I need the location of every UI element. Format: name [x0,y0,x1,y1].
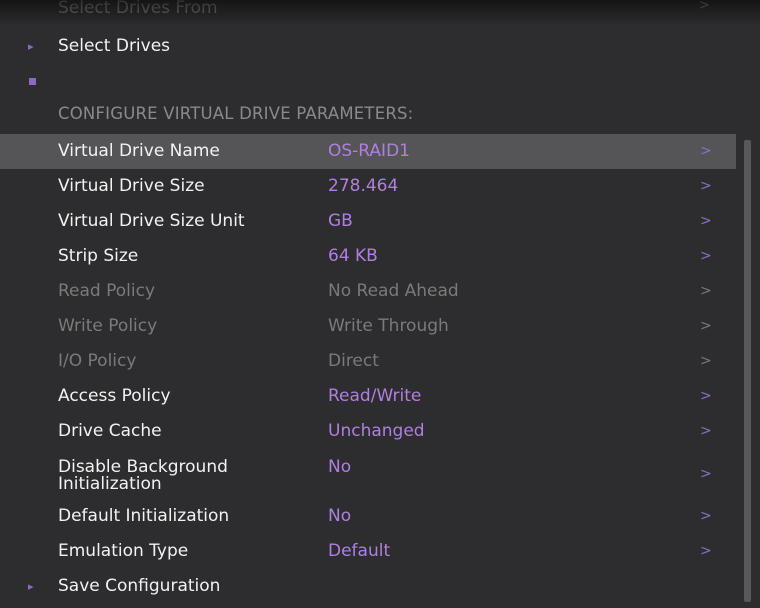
param-value: OS-RAID1 [328,141,410,161]
param-row-virtual-drive-size[interactable]: Virtual Drive Size 278.464 > [0,169,736,204]
param-row-virtual-drive-size-unit[interactable]: Virtual Drive Size Unit GB > [0,204,736,239]
nav-item-select-drives-from[interactable]: Select Drives From > [0,0,740,22]
param-value: No [328,506,352,526]
chevron-right-icon: > [700,213,712,229]
nav-item-label: Select Drives [58,36,171,56]
param-label: Virtual Drive Name [58,141,220,161]
param-row-drive-cache[interactable]: Drive Cache Unchanged > [0,414,736,449]
param-value: Write Through [328,316,449,336]
param-label: Virtual Drive Size [58,176,205,196]
param-row-emulation-type[interactable]: Emulation Type Default > [0,534,736,569]
param-label: Virtual Drive Size Unit [58,211,245,231]
param-value: Read/Write [328,386,422,406]
nav-item-select-drives[interactable]: ▸ Select Drives [0,29,736,64]
square-bullet-icon [29,78,36,85]
param-value: No Read Ahead [328,281,459,301]
param-value: GB [328,211,353,231]
chevron-right-icon: > [699,0,710,13]
chevron-right-icon: > [700,248,712,264]
param-value: Direct [328,351,379,371]
param-row-strip-size[interactable]: Strip Size 64 KB > [0,239,736,274]
param-value: 278.464 [328,176,399,196]
chevron-right-icon: > [700,543,712,559]
param-label: Write Policy [58,316,158,336]
triangle-bullet-icon: ▸ [28,40,34,53]
triangle-bullet-icon: ▸ [28,580,34,593]
chevron-right-icon: > [700,508,712,524]
nav-item-label: Select Drives From [58,0,218,18]
chevron-right-icon: > [700,178,712,194]
bios-setup-screen: Select Drives From > ▸ Select Drives CON… [0,0,760,608]
nav-item-label: Save Configuration [58,576,221,596]
param-label: Emulation Type [58,541,189,561]
param-label: I/O Policy [58,351,137,371]
chevron-right-icon: > [700,143,712,159]
section-header: CONFIGURE VIRTUAL DRIVE PARAMETERS: [58,104,414,123]
param-label: Drive Cache [58,421,162,441]
param-row-access-policy[interactable]: Access Policy Read/Write > [0,379,736,414]
chevron-right-icon: > [700,423,712,439]
nav-item-save-configuration[interactable]: ▸ Save Configuration [0,569,736,604]
param-row-read-policy: Read Policy No Read Ahead > [0,274,736,309]
param-label: Strip Size [58,246,139,266]
chevron-right-icon: > [700,388,712,404]
chevron-right-icon: > [700,283,712,299]
param-row-io-policy: I/O Policy Direct > [0,344,736,379]
chevron-right-icon: > [700,318,712,334]
param-row-default-initialization[interactable]: Default Initialization No > [0,499,736,534]
chevron-right-icon: > [700,466,712,482]
param-label: Read Policy [58,281,156,301]
param-value: Unchanged [328,421,425,441]
chevron-right-icon: > [700,353,712,369]
param-label: Disable Background Initialization [58,457,228,494]
param-label: Default Initialization [58,506,230,526]
scrollbar-thumb[interactable] [744,140,751,602]
param-row-write-policy: Write Policy Write Through > [0,309,736,344]
param-row-disable-background-initialization[interactable]: Disable Background Initialization No > [0,450,736,498]
param-value: Default [328,541,391,561]
param-value: 64 KB [328,246,378,266]
param-label: Access Policy [58,386,171,406]
param-row-virtual-drive-name[interactable]: Virtual Drive Name OS-RAID1 > [0,134,736,169]
param-value: No [328,457,352,477]
